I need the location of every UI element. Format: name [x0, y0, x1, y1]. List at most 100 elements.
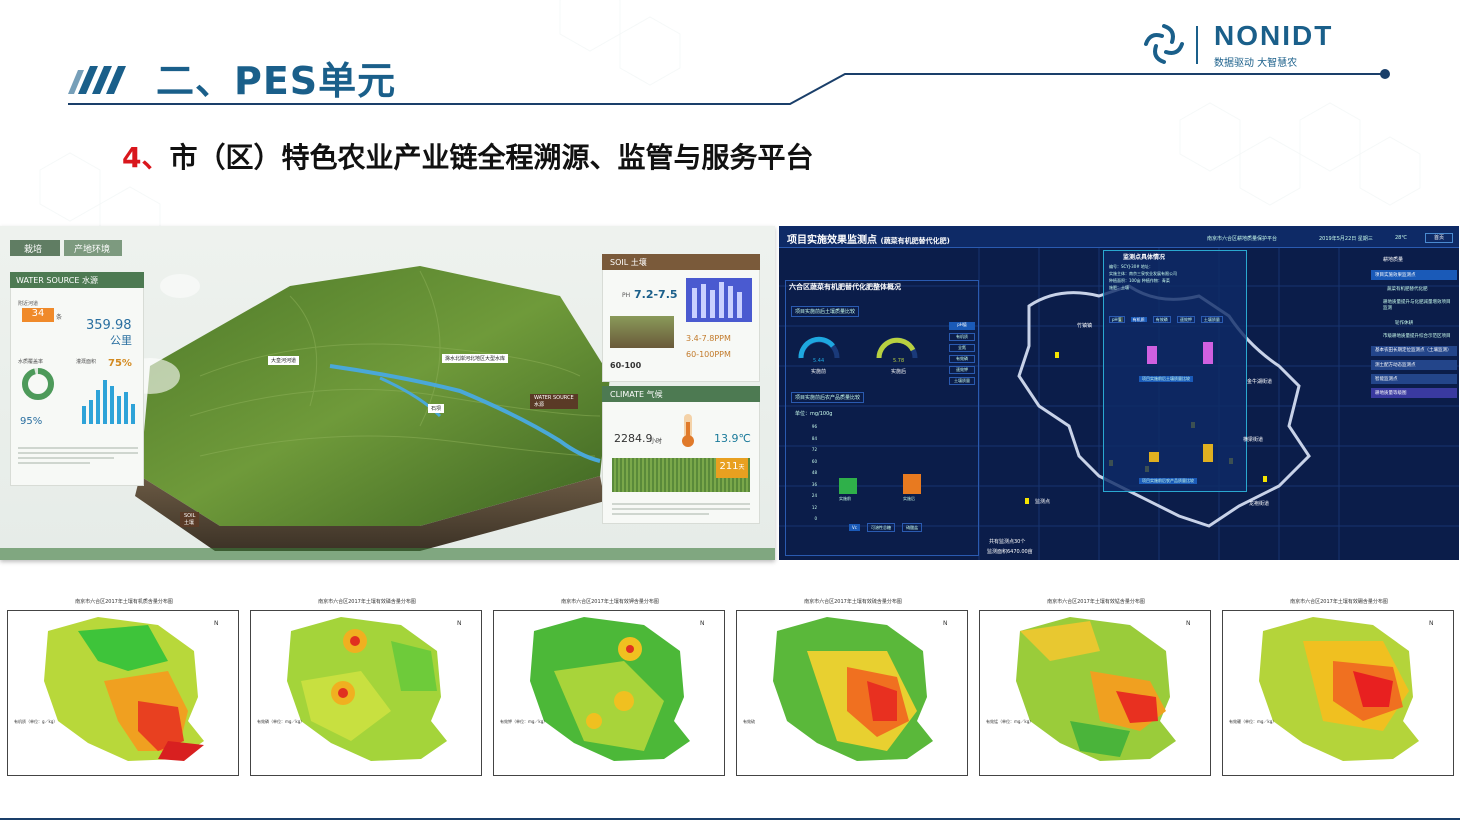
svg-text:N: N: [1186, 620, 1191, 627]
btn-vc[interactable]: Vc: [849, 524, 860, 531]
svg-text:N: N: [700, 620, 705, 627]
map-graphic: N: [500, 617, 705, 761]
gauge-before-label: 实施前: [811, 369, 827, 375]
overview-title: 六合区蔬菜有机肥替代化肥整体概况: [789, 283, 901, 291]
map-title: 南京市六合区2017年土壤有效硼含量分布图: [1290, 599, 1388, 605]
subtitle-number: 4、: [122, 141, 170, 174]
btn-sugar[interactable]: 可溶性总糖: [867, 523, 896, 532]
thermometer-icon: [682, 414, 694, 447]
water-length-unit: 公里: [110, 334, 132, 347]
menu-item-demo-zone[interactable]: 市级耕地质量提升综合示范区项目: [1371, 332, 1457, 342]
tag-nitrogen[interactable]: 全氮: [949, 344, 975, 352]
indicator-tag-list: pH值 有机质 全氮 有效磷 速效钾 土壤质量: [949, 322, 975, 385]
map-title: 南京市六合区2017年土壤有机质含量分布图: [75, 599, 173, 605]
map-legend-title: 有效钾（单位：mg／kg）: [500, 719, 548, 724]
soil-photo: [610, 316, 674, 348]
water-quality-donut: [22, 368, 54, 400]
detail-bar-2: [1203, 342, 1213, 364]
climate-title: CLIMATE 气候: [602, 386, 760, 402]
gauge-after: [876, 337, 918, 359]
climate-days-value: 211天: [716, 458, 748, 478]
map-boron: 南京市六合区2017年土壤有效硼含量分布图 N 有效硼（单位：mg／kg）: [1222, 599, 1454, 776]
map-label-soil: SOIL 土壤: [180, 512, 200, 527]
menu-item-organic[interactable]: 蔬菜有机肥替代化肥: [1371, 284, 1457, 294]
logo-wordmark: NONIDT: [1214, 20, 1334, 51]
town-label-hengliang: 横梁街道: [1243, 437, 1264, 443]
menu-item-smart[interactable]: 智能监测点: [1371, 374, 1457, 384]
map-label-water-source: WATER SOURCE 水源: [530, 394, 578, 409]
home-button[interactable]: 首页: [1425, 233, 1453, 243]
monitor-area: 监测面积6470.00亩: [987, 549, 1033, 555]
compare2-label-after: 实施后: [903, 496, 915, 501]
gauge-before-value: 5.44: [813, 358, 825, 364]
tag-potassium[interactable]: 速效钾: [949, 366, 975, 374]
tag-ph[interactable]: pH值: [949, 322, 975, 330]
logo-divider: [1196, 26, 1198, 64]
compare2-yaxis: 96 84 72 60 48 36 24 12 0: [811, 424, 817, 521]
climate-description: [612, 500, 750, 518]
tag-phosphorus[interactable]: 有效磷: [949, 355, 975, 363]
compare1-title: 项目实施前后土壤质量比较: [791, 306, 860, 317]
map-phosphorus: 南京市六合区2017年土壤有效磷含量分布图 N 有效磷（单位：mg／kg）: [250, 599, 482, 776]
climate-hours-unit: 小时: [650, 438, 663, 445]
terrain-dashboard-screenshot: 栽培 产地环境 WATER SOURCE 水源 附近河道 34 条 359.98…: [0, 226, 775, 560]
menu-item-effect-points[interactable]: 项目实施效果监测点: [1371, 270, 1457, 280]
btn-nitrate[interactable]: 硝酸盐: [902, 523, 923, 532]
menu-item-grade-map[interactable]: 耕地质量等级图: [1371, 388, 1457, 398]
map-label-river: 大皇河河道: [268, 356, 300, 365]
menu-item-fertilizer[interactable]: 耕地质量提升与化肥减量增效项目监测: [1371, 298, 1457, 314]
climate-temp-value: 13.9℃: [714, 432, 751, 445]
thematic-map-strip: 南京市六合区2017年土壤有机质含量分布图 N 有机质（单位：g／kg） 南京市…: [0, 599, 1460, 780]
detail-chart2-title: 项目实施前后农产品质量比较: [1139, 478, 1197, 484]
menu-header: 耕地质量: [1383, 257, 1404, 263]
water-length-value: 359.98: [86, 318, 132, 333]
water-quality-value: 95%: [20, 416, 43, 427]
map-legend-title: 有效锰（单位：mg／kg）: [986, 719, 1034, 724]
map-legend-title: 有机质（单位：g／kg）: [14, 719, 58, 724]
company-logo: NONIDT 数据驱动 大智慧农: [1142, 20, 1364, 69]
subtitle-text: 市（区）特色农业产业链全程溯源、监管与服务平台: [169, 141, 814, 174]
tab-environment[interactable]: 产地环境: [64, 240, 122, 256]
map-label-dam: 石坝: [428, 404, 445, 413]
detail-lines: 编号：SCYJ-30# 地址： 实施主体：南京三泉农业发展有限公司 种植面积：1…: [1109, 264, 1177, 290]
soil-ph-value: 7.2-7.5: [634, 288, 678, 301]
dashboard-title: 项目实施效果监测点 (蔬菜有机肥替代化肥): [787, 235, 950, 246]
tag-organic[interactable]: 有机质: [949, 333, 975, 341]
soil-ph-label: PH: [622, 292, 631, 299]
map-title: 南京市六合区2017年土壤有效硫含量分布图: [804, 599, 902, 605]
water-rate-bars: [82, 380, 135, 424]
detail-title: 监测点具体情况: [1123, 254, 1166, 261]
title-slash-icon: [68, 66, 126, 94]
page-title: 二、PES单元: [156, 59, 397, 103]
menu-item-rotation[interactable]: 轮作休耕: [1371, 318, 1457, 328]
map-label-reservoir: 滁水北岸河北地区大型水库: [442, 354, 509, 363]
map-graphic: N: [1229, 617, 1434, 761]
town-label-jinniuhu: 金牛湖街道: [1247, 379, 1273, 385]
dashboard-date: 2019年5月22日 星期三: [1319, 236, 1373, 242]
map-title: 南京市六合区2017年土壤有效锰含量分布图: [1047, 599, 1145, 605]
compare2-title: 项目实施前后农产品质量比较: [791, 392, 865, 403]
footer-divider: [0, 818, 1460, 820]
svg-text:N: N: [214, 620, 219, 627]
logo-pinwheel-icon: [1144, 24, 1184, 64]
tab-cultivation[interactable]: 栽培: [10, 240, 60, 256]
water-dist-label: 附近河道: [18, 301, 39, 307]
tag-soil-quality[interactable]: 土壤质量: [949, 377, 975, 385]
detail-tabs: pH值 有机质 有效磷 速效钾 土壤质量: [1109, 306, 1239, 325]
map-title: 南京市六合区2017年土壤有效钾含量分布图: [561, 599, 659, 605]
compare2-bar-after: [903, 474, 921, 494]
climate-hours-value: 2284.9: [614, 432, 653, 445]
legend-monitor-point: 监测点: [1035, 499, 1051, 505]
town-label-zhuzhen: 竹镇镇: [1077, 323, 1093, 329]
town-label-longpao: 龙袍街道: [1249, 501, 1270, 507]
menu-item-dynamic[interactable]: 测土配方动态监测点: [1371, 360, 1457, 370]
soil-ppm2-value: 60-100PPM: [686, 350, 731, 359]
detail-bar-1: [1147, 346, 1157, 364]
gauge-before: [798, 336, 840, 359]
menu-item-long-term[interactable]: 基本农田长期定位监测点（土壤监测）: [1371, 346, 1457, 356]
map-graphic: N: [743, 617, 948, 761]
map-legend-title: 有效磷（单位：mg／kg）: [257, 719, 305, 724]
water-dist-value: 34: [22, 308, 54, 322]
detail-bar-3: [1149, 452, 1159, 462]
compare2-bar-before: [839, 478, 857, 494]
